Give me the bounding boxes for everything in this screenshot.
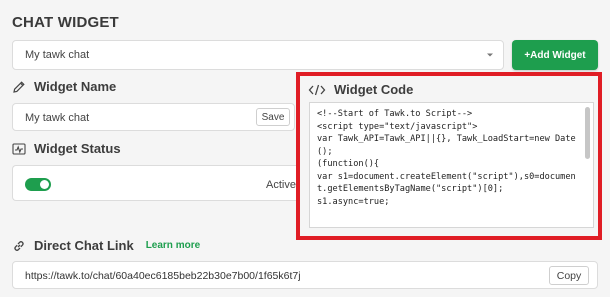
add-widget-button[interactable]: +Add Widget: [512, 40, 598, 70]
widget-name-label: Widget Name: [34, 79, 117, 94]
link-icon: [14, 240, 24, 251]
widget-name-header: Widget Name: [12, 79, 116, 94]
widget-code-text: <!--Start of Tawk.to Script--> <script t…: [317, 109, 576, 207]
add-widget-label: +Add Widget: [524, 49, 586, 61]
direct-chat-link-url: https://tawk.to/chat/60a40ec6185beb22b30…: [25, 270, 301, 282]
save-button[interactable]: Save: [256, 108, 290, 126]
widget-code-label: Widget Code: [334, 82, 414, 97]
pencil-icon: [13, 80, 25, 93]
status-state-label: Active: [266, 179, 296, 191]
direct-chat-link-field[interactable]: https://tawk.to/chat/60a40ec6185beb22b30…: [12, 261, 598, 289]
widget-select[interactable]: My tawk chat: [12, 40, 504, 70]
widget-code-panel: Widget Code <!--Start of Tawk.to Script-…: [296, 72, 602, 240]
widget-select-value: My tawk chat: [25, 49, 90, 61]
direct-chat-link-header: Direct Chat Link Learn more: [12, 238, 200, 253]
section-title: CHAT WIDGET: [12, 14, 119, 31]
widget-status-label: Widget Status: [34, 141, 121, 156]
direct-chat-link-label: Direct Chat Link: [34, 238, 134, 253]
copy-button[interactable]: Copy: [549, 266, 589, 285]
code-icon: [308, 84, 326, 95]
widget-name-value: My tawk chat: [25, 112, 90, 124]
widget-code-textarea[interactable]: <!--Start of Tawk.to Script--> <script t…: [309, 102, 594, 228]
widget-status-header: Widget Status: [12, 141, 121, 156]
learn-more-link[interactable]: Learn more: [146, 240, 200, 251]
widget-code-header: Widget Code: [308, 82, 413, 97]
chevron-down-icon: [487, 53, 493, 57]
status-toggle[interactable]: [25, 178, 51, 191]
widget-status-card: Active: [12, 165, 297, 201]
activity-icon: [12, 142, 26, 155]
widget-name-field[interactable]: My tawk chat Save: [12, 103, 295, 131]
code-scrollbar[interactable]: [585, 107, 590, 159]
